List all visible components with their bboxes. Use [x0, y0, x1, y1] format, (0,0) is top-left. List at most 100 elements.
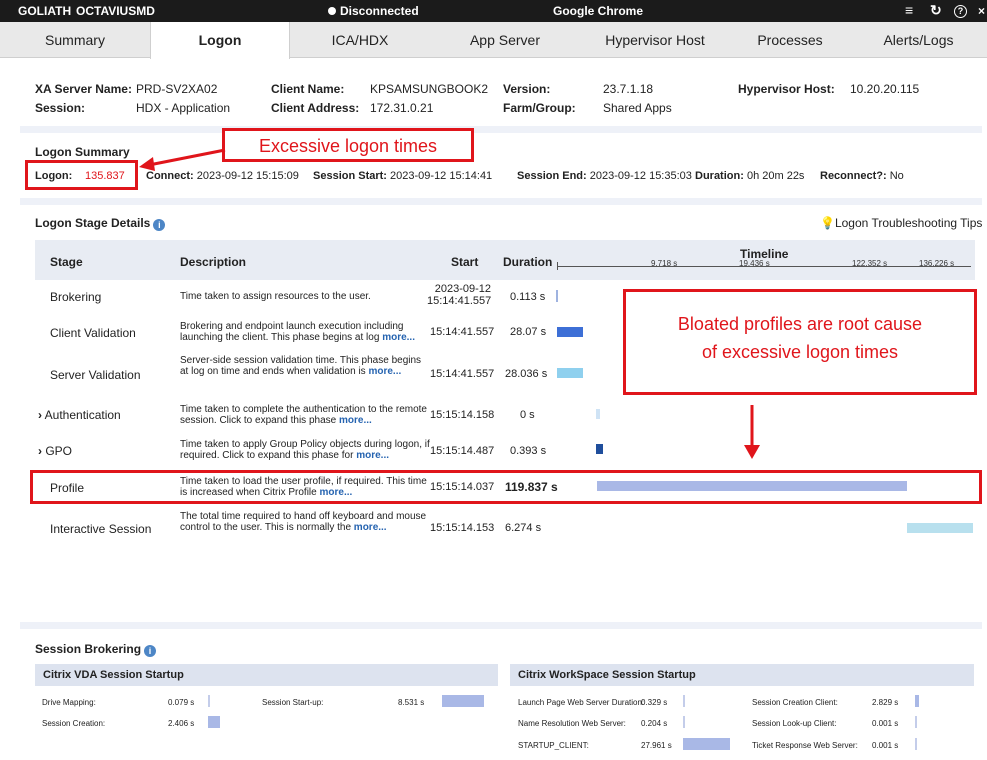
timeline-bar: [596, 409, 600, 419]
stage-duration: 28.07 s: [510, 326, 547, 338]
timeline-tick: 136.226 s: [919, 259, 955, 268]
help-icon[interactable]: ?: [954, 3, 967, 18]
xa-server-value: PRD-SV2XA02: [136, 82, 218, 96]
stage-name: Client Validation: [50, 326, 136, 340]
info-icon[interactable]: i: [153, 219, 166, 231]
session-brokering-title: Session Brokering i: [35, 642, 157, 657]
connection-status: Disconnected: [328, 4, 419, 18]
annotation-bloated-line1: Bloated profiles are root cause: [677, 314, 923, 334]
hypervisor-label: Hypervisor Host:: [738, 82, 835, 96]
vda-startup-header: Citrix VDA Session Startup: [35, 664, 498, 686]
close-icon[interactable]: ×: [978, 4, 985, 18]
info-icon[interactable]: i: [144, 645, 157, 657]
stage-start: 15:15:14.153: [430, 522, 495, 534]
metric-bar: [208, 695, 210, 707]
metric-label: Ticket Response Web Server:: [752, 741, 858, 750]
more-link[interactable]: more...: [382, 332, 415, 343]
user-name: GOLIATH: [18, 4, 72, 18]
stage-duration: 0 s: [520, 409, 535, 421]
metric-value: 8.531 s: [398, 698, 425, 707]
metric-value: 0.001 s: [872, 741, 899, 750]
metric-value: 2.406 s: [168, 719, 195, 728]
stage-description: The total time required to hand off keyb…: [180, 511, 427, 533]
stage-description: Time taken to assign resources to the us…: [180, 291, 371, 302]
metric-label: Launch Page Web Server Duration:: [518, 698, 645, 707]
tab-app-server[interactable]: App Server: [430, 22, 580, 58]
reconnect-field: Reconnect?: No: [820, 170, 904, 182]
more-link[interactable]: more...: [320, 487, 353, 498]
more-link[interactable]: more...: [356, 450, 389, 461]
metric-bar: [683, 738, 730, 750]
hypervisor-value: 10.20.20.115: [850, 82, 920, 96]
tab-hypervisor-host[interactable]: Hypervisor Host: [580, 22, 730, 58]
metric-value: 0.079 s: [168, 698, 195, 707]
more-link[interactable]: more...: [354, 522, 387, 533]
session-label: Session:: [35, 101, 86, 115]
annotation-excessive-text: Excessive logon times: [258, 136, 438, 156]
metric-value: 2.829 s: [872, 698, 899, 707]
divider: [20, 622, 982, 629]
metric-bar: [915, 716, 917, 728]
metric-bar: [683, 716, 685, 728]
stage-start: 15:14:41.557: [430, 368, 495, 380]
stage-start: 15:15:14.037: [430, 481, 495, 493]
stage-description: Brokering and endpoint launch execution …: [180, 321, 415, 343]
stage-description: Time taken to apply Group Policy objects…: [180, 439, 430, 461]
stage-start: 15:15:14.487: [430, 445, 495, 457]
metric-label: Drive Mapping:: [42, 698, 96, 707]
chevron-right-icon[interactable]: ›: [38, 408, 42, 422]
metric-bar: [683, 695, 685, 707]
logon-summary-title: Logon Summary: [35, 145, 130, 159]
metric-label: Session Creation Client:: [752, 698, 838, 707]
status-dot-icon: [328, 7, 336, 15]
stage-description: Server-side session validation time. Thi…: [180, 355, 422, 377]
more-link[interactable]: more...: [368, 366, 401, 377]
session-start-field: Session Start: 2023-09-12 15:14:41: [313, 170, 493, 182]
tab-alerts-logs[interactable]: Alerts/Logs: [850, 22, 987, 58]
stage-name: Profile: [50, 481, 85, 495]
timeline-bar: [596, 444, 603, 454]
timeline-bar: [907, 523, 973, 533]
tab-processes[interactable]: Processes: [730, 22, 850, 58]
machine-name: OCTAVIUSMD: [76, 4, 155, 18]
client-address-value: 172.31.0.21: [370, 101, 434, 115]
app-name: Google Chrome: [553, 4, 644, 18]
stage-name: Server Validation: [50, 368, 141, 382]
stage-name: Brokering: [50, 290, 102, 304]
metric-value: 0.001 s: [872, 719, 899, 728]
client-name-value: KPSAMSUNGBOOK2: [370, 82, 489, 96]
app-window: { "titlebar": { "user": "GOLIATH", "mach…: [0, 0, 987, 760]
logon-value: 135.837: [85, 170, 125, 182]
tab-bar: Summary Logon ICA/HDX App Server Hypervi…: [0, 22, 987, 59]
refresh-icon[interactable]: ↻: [930, 2, 942, 19]
tab-summary[interactable]: Summary: [0, 22, 150, 58]
troubleshooting-tips-link[interactable]: 💡Logon Troubleshooting Tips: [820, 216, 982, 230]
menu-icon[interactable]: ≡: [905, 2, 913, 18]
tab-ica-hdx[interactable]: ICA/HDX: [290, 22, 430, 58]
timeline-bar: [557, 368, 583, 378]
stage-duration: 0.393 s: [510, 445, 547, 457]
metric-value: 0.204 s: [641, 719, 668, 728]
stage-name: › GPO: [38, 444, 73, 458]
divider: [20, 198, 982, 205]
tab-logon[interactable]: Logon: [150, 22, 290, 59]
stage-name: › Authentication: [38, 408, 121, 422]
col-stage: Stage: [50, 255, 83, 269]
metric-value: 27.961 s: [641, 741, 672, 750]
session-value: HDX - Application: [136, 101, 231, 115]
chevron-right-icon[interactable]: ›: [38, 444, 42, 458]
stage-start: 15:14:41.557: [430, 326, 495, 338]
stage-duration: 0.113 s: [510, 291, 546, 303]
metric-label: Session Creation:: [42, 719, 106, 728]
stage-description: Time taken to load the user profile, if …: [180, 476, 427, 498]
title-bar: GOLIATH OCTAVIUSMD Disconnected Google C…: [0, 0, 987, 22]
more-link[interactable]: more...: [339, 415, 372, 426]
stage-duration: 28.036 s: [505, 368, 548, 380]
divider: [20, 126, 982, 133]
client-address-label: Client Address:: [271, 101, 360, 115]
stage-duration: 6.274 s: [505, 522, 542, 534]
annotation-bloated-box: Bloated profiles are root cause of exces…: [623, 289, 977, 395]
metric-bar: [915, 695, 919, 707]
col-description: Description: [180, 255, 247, 269]
stage-details-title: Logon Stage Details i: [35, 216, 166, 231]
